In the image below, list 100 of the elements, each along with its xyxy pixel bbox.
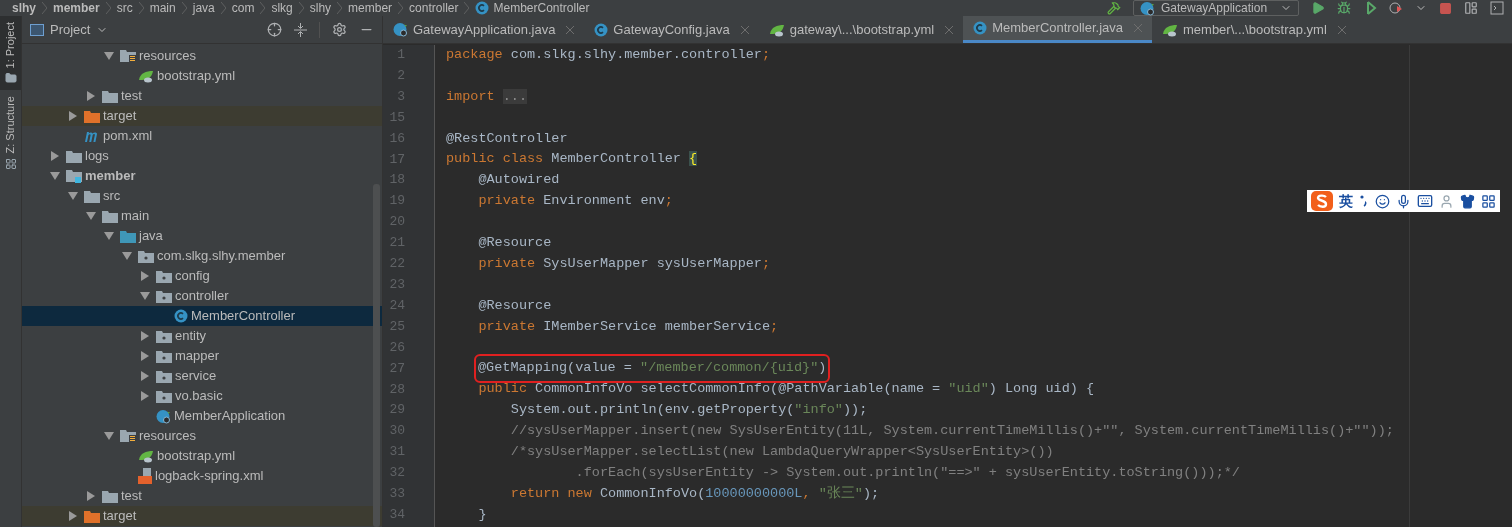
language-mode[interactable]: 英 [1339,190,1353,212]
collapse-arrow-icon[interactable] [141,271,149,281]
project-structure-icon[interactable] [1464,1,1478,15]
debug-icon[interactable] [1337,1,1351,15]
tree-item[interactable]: resources [22,426,382,446]
terminal-icon[interactable] [1490,1,1504,15]
breadcrumb-item[interactable]: member [348,1,393,15]
tree-item[interactable]: logback-spring.xml [22,466,382,486]
editor-tab[interactable]: MemberController.java [963,16,1152,43]
tree-item[interactable]: bootstrap.yml [22,66,382,86]
package-icon [156,389,172,403]
tree-item[interactable]: config [22,266,382,286]
expand-arrow-icon[interactable] [86,212,96,220]
run-icon[interactable] [1311,1,1325,15]
breadcrumb-item[interactable]: slkg [271,1,293,15]
chevron-icon [138,2,144,14]
resources-folder-icon [120,49,136,63]
breadcrumb-item[interactable]: slhy [309,1,332,15]
breadcrumb-item[interactable]: controller [409,1,459,15]
maven-icon [84,129,100,143]
tree-item[interactable]: controller [22,286,382,306]
expand-arrow-icon[interactable] [104,52,114,60]
tree-item[interactable]: bootstrap.yml [22,446,382,466]
editor-tab[interactable]: GatewayApplication.java [383,16,585,43]
tool-window-tab[interactable]: Z: Structure [0,90,21,176]
expand-arrow-icon[interactable] [104,432,114,440]
scrollbar[interactable] [373,184,380,527]
run-configuration-dropdown[interactable]: GatewayApplication [1133,0,1299,16]
collapse-all-icon[interactable] [294,22,307,37]
keyboard-icon[interactable] [1417,193,1433,209]
close-icon[interactable] [945,25,954,34]
tree-item[interactable]: target [22,106,382,126]
breadcrumb-item[interactable]: MemberController [493,1,590,15]
panel-icon [30,23,44,36]
editor-tab[interactable]: GatewayConfig.java [584,16,759,43]
breadcrumb-item[interactable]: slhy [12,1,36,15]
tree-item[interactable]: service [22,366,382,386]
tree-item[interactable]: com.slkg.slhy.member [22,246,382,266]
breadcrumb-item[interactable]: java [192,1,215,15]
chevron-icon [464,2,470,14]
tree-item[interactable]: java [22,226,382,246]
locate-icon[interactable] [267,22,282,37]
structure-icon [4,157,17,170]
tree-item[interactable]: mapper [22,346,382,366]
code-line: System.out.println(env.getProperty("info")); [509,401,868,420]
tree-item[interactable]: target [22,506,382,526]
expand-arrow-icon[interactable] [122,252,132,260]
tree-item[interactable]: entity [22,326,382,346]
close-icon[interactable] [566,25,575,34]
tree-item[interactable]: MemberApplication [22,406,382,426]
expand-arrow-icon[interactable] [104,232,114,240]
microphone-icon[interactable] [1396,193,1411,209]
tree-item[interactable]: MemberController [22,306,382,326]
chevron-icon [337,2,343,14]
tree-item[interactable]: vo.basic [22,386,382,406]
stop-icon[interactable] [1439,1,1452,15]
code-line: @Resource [477,296,552,315]
breadcrumb-item[interactable]: com [231,1,255,15]
code-line: public CommonInfoVo selectCommonInfo(@PathVariable(name = "uid") Long uid) { [477,380,1095,399]
expand-arrow-icon[interactable] [50,172,60,180]
emoji-icon[interactable] [1375,193,1390,209]
panel-title[interactable]: Project [50,19,91,40]
folder-icon [84,189,100,203]
collapse-arrow-icon[interactable] [51,151,59,161]
class-icon [475,1,490,15]
code-line: @Autowired [477,171,560,190]
class-icon [973,21,988,35]
tree-item[interactable]: test [22,86,382,106]
build-icon[interactable] [1107,1,1121,15]
skin-icon[interactable] [1460,193,1475,209]
settings-icon[interactable] [332,22,347,37]
breadcrumb-item[interactable]: main [149,1,176,15]
tree-item[interactable]: pom.xml [22,126,382,146]
expand-arrow-icon[interactable] [140,292,150,300]
folder-icon [120,229,136,243]
toolbox-icon[interactable] [1481,193,1496,209]
tree-item[interactable]: member [22,166,382,186]
code-line: .forEach(sysUserEntity -> System.out.println("==>" + sysUserEntity.toString()));*/ [574,463,1240,482]
code-line: private SysUserMapper sysUserMapper; [477,254,771,273]
code-line: import ... [446,87,528,106]
class-icon [156,408,171,424]
breadcrumb-item[interactable]: member [53,1,100,15]
editor-tab[interactable]: member\...\bootstrap.yml [1152,16,1356,43]
tree-item[interactable]: logs [22,146,382,166]
package-icon [156,329,172,343]
expand-arrow-icon[interactable] [68,192,78,200]
close-icon[interactable] [740,25,749,34]
close-icon[interactable] [1337,25,1346,34]
breadcrumb-item[interactable]: src [116,1,133,15]
tree-item[interactable]: test [22,486,382,506]
punctuation-icon[interactable] [1359,194,1369,208]
profiler-icon[interactable] [1389,1,1403,15]
user-icon[interactable] [1439,193,1454,209]
code-line: package com.slkg.slhy.member.controller; [446,46,771,64]
tree-item[interactable]: resources [22,46,382,66]
tree-item[interactable]: src [22,186,382,206]
tool-window-tab[interactable]: 1: Project [0,16,21,91]
editor-tab[interactable]: gateway\...\bootstrap.yml [758,16,964,43]
tree-item[interactable]: main [22,206,382,226]
folder-icon [84,109,100,123]
